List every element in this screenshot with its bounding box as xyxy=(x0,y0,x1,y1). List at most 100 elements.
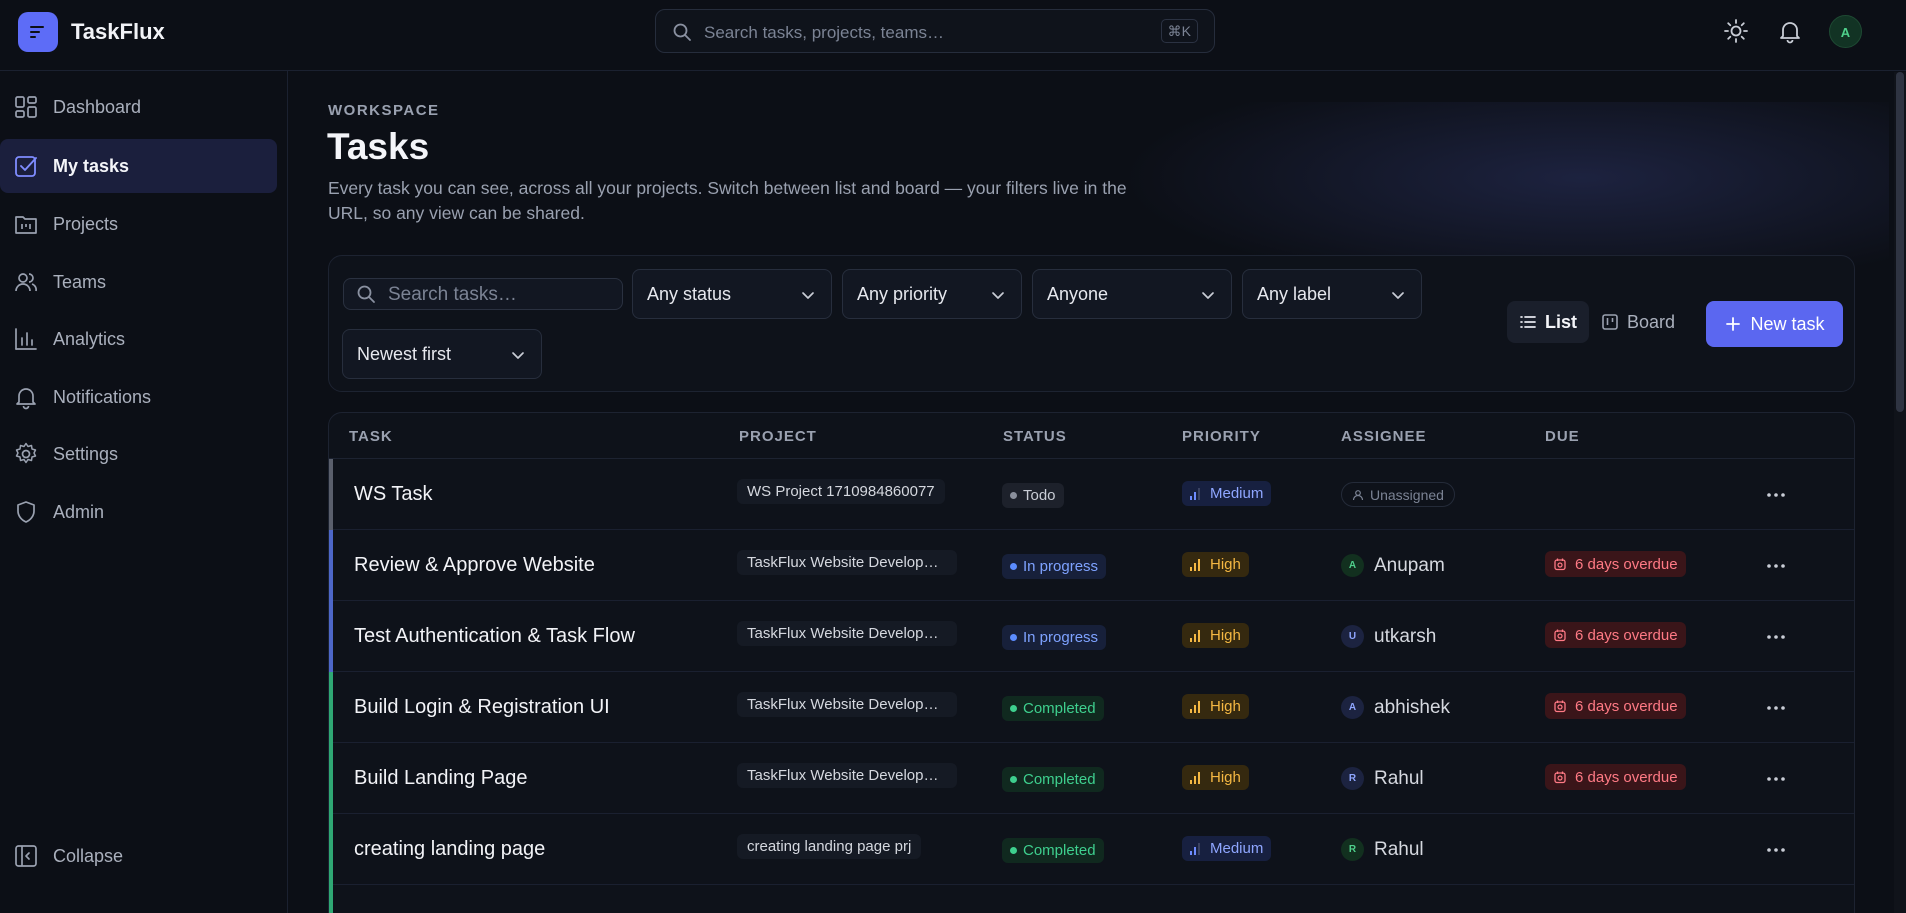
more-options-icon[interactable] xyxy=(1765,484,1787,506)
status-label: In progress xyxy=(1023,558,1099,575)
priority-badge[interactable]: High xyxy=(1182,694,1249,719)
user-avatar[interactable]: A xyxy=(1829,15,1862,48)
new-task-button[interactable]: New task xyxy=(1706,301,1843,347)
assignee[interactable]: R Rahul xyxy=(1341,765,1424,792)
task-title[interactable]: creating landing page xyxy=(354,838,545,861)
page-scrollbar-thumb[interactable] xyxy=(1896,72,1904,412)
table-row[interactable]: creating landing page creating landing p… xyxy=(329,814,1854,885)
priority-label: Medium xyxy=(1210,840,1264,857)
status-badge[interactable]: Completed xyxy=(1002,838,1104,863)
due-label: 6 days overdue xyxy=(1575,626,1678,644)
due-badge[interactable]: 6 days overdue xyxy=(1545,622,1686,648)
status-filter-select[interactable]: Any status xyxy=(632,269,832,319)
table-row[interactable]: WS Task WS Project 1710984860077 Todo Me… xyxy=(329,459,1854,530)
assignee[interactable]: U utkarsh xyxy=(1341,623,1436,650)
column-header-task[interactable]: TASK xyxy=(349,428,393,445)
main-content: WORKSPACE Tasks Every task you can see, … xyxy=(289,72,1906,913)
list-view-button[interactable]: List xyxy=(1507,301,1590,343)
project-tag[interactable]: creating landing page prj xyxy=(737,834,922,859)
brand-name[interactable]: TaskFlux xyxy=(71,19,165,45)
chevron-down-icon xyxy=(1202,292,1214,299)
status-label: Completed xyxy=(1023,700,1096,717)
status-badge[interactable]: Todo xyxy=(1002,483,1064,508)
priority-label: Medium xyxy=(1210,485,1264,502)
more-options-icon[interactable] xyxy=(1765,626,1787,648)
priority-filter-select[interactable]: Any priority xyxy=(842,269,1022,319)
due-badge[interactable]: 6 days overdue xyxy=(1545,764,1686,790)
due-label: 6 days overdue xyxy=(1575,555,1678,573)
sidebar-item-notifications[interactable]: Notifications xyxy=(0,370,277,424)
logo-icon[interactable] xyxy=(18,12,58,52)
project-tag[interactable]: TaskFlux Website Development xyxy=(737,692,957,717)
priority-badge[interactable]: Medium xyxy=(1182,481,1272,506)
assignee[interactable]: R Rahul xyxy=(1341,836,1424,863)
sort-select[interactable]: Newest first xyxy=(342,329,542,379)
more-options-icon[interactable] xyxy=(1765,555,1787,577)
task-search-input[interactable]: Search tasks… xyxy=(343,278,623,310)
sidebar-item-settings[interactable]: Settings xyxy=(0,427,277,481)
task-title[interactable]: Test Authentication & Task Flow xyxy=(354,625,635,648)
sun-icon[interactable] xyxy=(1723,18,1749,44)
status-accent-bar xyxy=(329,672,333,743)
label-filter-value: Any label xyxy=(1257,284,1332,304)
priority-badge[interactable]: High xyxy=(1182,552,1249,577)
assignee[interactable]: A abhishek xyxy=(1341,694,1450,721)
priority-badge[interactable]: High xyxy=(1182,765,1249,790)
column-header-due[interactable]: DUE xyxy=(1545,428,1580,445)
status-badge[interactable]: In progress xyxy=(1002,625,1107,650)
project-tag[interactable]: TaskFlux Website Development xyxy=(737,550,957,575)
column-header-priority[interactable]: PRIORITY xyxy=(1182,428,1261,445)
board-view-button[interactable]: Board xyxy=(1589,301,1687,343)
list-icon xyxy=(1520,316,1536,328)
status-badge[interactable]: Completed xyxy=(1002,767,1104,792)
table-row[interactable]: Review & Approve Website TaskFlux Websit… xyxy=(329,530,1854,601)
sidebar-item-analytics[interactable]: Analytics xyxy=(0,312,277,366)
more-options-icon[interactable] xyxy=(1765,839,1787,861)
sidebar-item-admin[interactable]: Admin xyxy=(0,485,277,539)
status-badge[interactable]: Completed xyxy=(1002,696,1104,721)
table-row[interactable]: Build Login & Registration UI TaskFlux W… xyxy=(329,672,1854,743)
column-header-status[interactable]: STATUS xyxy=(1003,428,1067,445)
signal-bars-icon xyxy=(1190,771,1204,784)
global-search-input[interactable]: Search tasks, projects, teams… ⌘K xyxy=(655,9,1215,53)
sidebar-item-label: Analytics xyxy=(53,328,126,349)
assignee[interactable]: A Anupam xyxy=(1341,552,1445,579)
unassigned-badge[interactable]: Unassigned xyxy=(1341,482,1455,507)
sidebar-item-projects[interactable]: Projects xyxy=(0,197,277,251)
project-tag[interactable]: TaskFlux Website Development xyxy=(737,621,957,646)
task-title[interactable]: Build Landing Page xyxy=(354,767,527,790)
grid-icon xyxy=(15,96,37,118)
column-header-assignee[interactable]: ASSIGNEE xyxy=(1341,428,1427,445)
table-row[interactable]: Test Authentication & Task Flow TaskFlux… xyxy=(329,601,1854,672)
status-badge[interactable]: In progress xyxy=(1002,554,1107,579)
label-filter-select[interactable]: Any label xyxy=(1242,269,1422,319)
sidebar-item-my-tasks[interactable]: My tasks xyxy=(0,139,277,193)
task-search-placeholder: Search tasks… xyxy=(388,284,517,305)
more-options-icon[interactable] xyxy=(1765,768,1787,790)
chevron-down-icon xyxy=(802,292,814,299)
priority-label: High xyxy=(1210,627,1241,644)
priority-badge[interactable]: High xyxy=(1182,623,1249,648)
status-accent-bar xyxy=(329,459,333,530)
sidebar-item-teams[interactable]: Teams xyxy=(0,255,277,309)
search-icon xyxy=(673,23,691,41)
task-title[interactable]: Build Login & Registration UI xyxy=(354,696,610,719)
task-title[interactable]: Review & Approve Website xyxy=(354,554,595,577)
column-header-project[interactable]: PROJECT xyxy=(739,428,817,445)
table-row[interactable]: Build Landing Page TaskFlux Website Deve… xyxy=(329,743,1854,814)
assignee-name: utkarsh xyxy=(1374,625,1437,647)
priority-badge[interactable]: Medium xyxy=(1182,836,1272,861)
sidebar-collapse-button[interactable]: Collapse xyxy=(0,829,277,883)
assignee-filter-select[interactable]: Anyone xyxy=(1032,269,1232,319)
bell-icon[interactable] xyxy=(1777,18,1803,44)
due-badge[interactable]: 6 days overdue xyxy=(1545,693,1686,719)
more-options-icon[interactable] xyxy=(1765,697,1787,719)
project-tag[interactable]: WS Project 1710984860077 xyxy=(737,479,945,504)
project-tag[interactable]: TaskFlux Website Development xyxy=(737,763,957,788)
users-icon xyxy=(15,273,37,292)
status-accent-bar xyxy=(329,743,333,814)
task-title[interactable]: WS Task xyxy=(354,483,433,506)
sidebar-item-dashboard[interactable]: Dashboard xyxy=(0,80,277,134)
due-badge[interactable]: 6 days overdue xyxy=(1545,551,1686,577)
table-row[interactable] xyxy=(329,885,1854,913)
